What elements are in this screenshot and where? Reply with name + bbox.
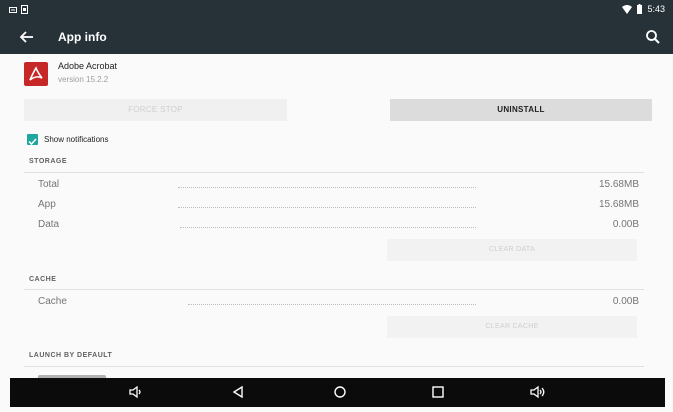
cache-row-value: 0.00B — [612, 296, 639, 307]
storage-row-total-dots — [178, 187, 476, 188]
status-time: 5:43 — [647, 4, 665, 14]
arrow-left-icon[interactable] — [18, 28, 36, 46]
show-notifications-checkbox[interactable] — [27, 133, 38, 145]
storage-row-data-dots — [180, 227, 476, 228]
storage-divider — [24, 172, 644, 173]
storage-row-app-value: 15.68MB — [598, 199, 639, 210]
storage-row-app-dots — [178, 207, 476, 208]
app-version: version 15.2.2 — [58, 75, 109, 84]
sim-icon — [21, 5, 28, 14]
status-bar: 5:43 — [0, 0, 673, 20]
storage-row-data-value: 0.00B — [612, 219, 639, 230]
battery-icon — [637, 4, 643, 14]
app-header: Adobe Acrobat version 15.2.2 — [24, 60, 644, 90]
app-name: Adobe Acrobat — [58, 61, 118, 71]
wifi-icon — [622, 4, 633, 14]
force-stop-button[interactable]: FORCE STOP — [24, 99, 287, 121]
status-right-icons: 5:43 — [622, 4, 665, 14]
storage-row-data-label: Data — [38, 219, 60, 230]
notification-icon — [9, 6, 17, 13]
uninstall-button[interactable]: UNINSTALL — [390, 99, 652, 121]
show-notifications-label: Show notifications — [44, 134, 109, 144]
recents-icon[interactable] — [430, 384, 446, 400]
storage-row-total-value: 15.68MB — [598, 179, 639, 190]
cache-divider — [24, 289, 644, 290]
cache-header: CACHE — [29, 276, 57, 283]
navigation-bar — [10, 378, 665, 407]
storage-row-app-label: App — [38, 199, 56, 210]
volume-down-icon[interactable] — [128, 384, 144, 400]
storage-header: STORAGE — [29, 158, 67, 165]
clear-cache-button[interactable]: CLEAR CACHE — [387, 316, 637, 338]
check-icon — [28, 137, 37, 145]
app-bar: App info — [0, 20, 673, 54]
storage-row-total-label: Total — [38, 179, 60, 190]
app-info-screen: 5:43 App info Adobe Acrobat version 15.2… — [0, 0, 673, 412]
show-notifications-row[interactable]: Show notifications — [27, 132, 108, 146]
cache-row-dots — [188, 304, 476, 305]
launch-by-default-header: LAUNCH BY DEFAULT — [29, 352, 113, 359]
clear-data-button[interactable]: CLEAR DATA — [387, 239, 637, 261]
back-icon[interactable] — [230, 384, 246, 400]
status-left-icons — [9, 5, 28, 14]
launch-divider — [24, 366, 644, 367]
volume-up-icon[interactable] — [530, 384, 546, 400]
cache-row-label: Cache — [38, 296, 67, 307]
search-icon[interactable] — [645, 29, 661, 45]
page-title: App info — [58, 30, 107, 44]
acrobat-icon — [24, 62, 48, 86]
home-icon[interactable] — [332, 384, 348, 400]
